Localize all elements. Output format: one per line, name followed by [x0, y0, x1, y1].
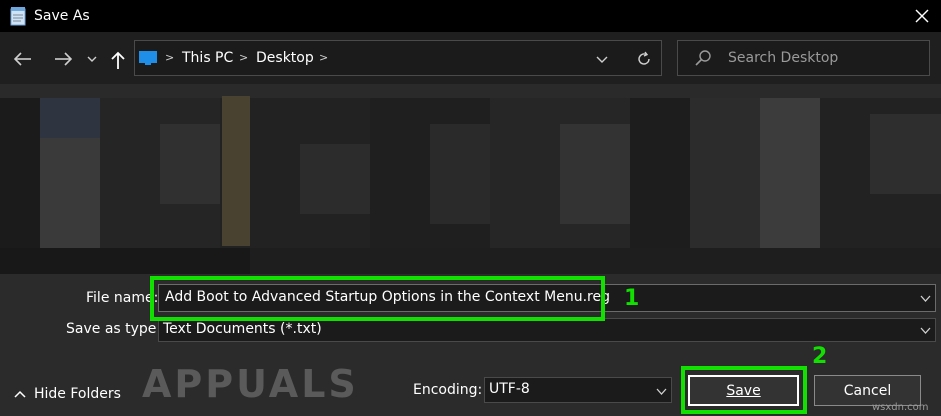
back-button[interactable] [10, 46, 36, 72]
step-number-2: 2 [812, 344, 828, 369]
close-icon [915, 9, 929, 23]
step-number-1: 1 [624, 286, 640, 311]
encoding-label: Encoding: [413, 382, 483, 398]
highlight-box-save [681, 366, 807, 414]
save-as-type-value: Text Documents (*.txt) [163, 321, 322, 337]
window-title: Save As [34, 8, 90, 24]
search-icon [695, 50, 711, 66]
hide-folders-button[interactable]: Hide Folders [14, 386, 121, 402]
type-dropdown-button[interactable] [918, 323, 932, 337]
refresh-icon [638, 51, 650, 65]
refresh-button[interactable] [632, 47, 656, 71]
breadcrumb-separator-icon: > [239, 51, 249, 64]
title-bar [0, 0, 941, 32]
address-dropdown-button[interactable] [592, 50, 612, 68]
arrow-up-icon [111, 51, 125, 69]
chevron-down-icon [920, 295, 930, 302]
notepad-icon [10, 6, 26, 26]
up-button[interactable] [106, 46, 130, 74]
filename-label: File name: [86, 290, 159, 306]
hide-folders-label: Hide Folders [34, 386, 121, 402]
save-as-type-label: Save as type: [66, 321, 162, 337]
chevron-up-icon [14, 390, 26, 398]
chevron-down-icon [87, 56, 97, 62]
chevron-down-icon [920, 327, 930, 334]
site-watermark: wsxdn.com [872, 402, 929, 413]
breadcrumb-separator-icon: > [319, 51, 329, 64]
breadcrumb-separator-icon: > [165, 51, 175, 64]
search-placeholder: Search Desktop [728, 50, 839, 66]
close-button[interactable] [905, 2, 939, 30]
chevron-down-icon [596, 56, 608, 63]
recent-locations-button[interactable] [84, 50, 100, 68]
filename-dropdown-button[interactable] [918, 291, 932, 305]
encoding-value: UTF-8 [489, 381, 530, 397]
file-list[interactable] [0, 84, 941, 274]
forward-button[interactable] [50, 46, 76, 72]
arrow-left-icon [14, 52, 31, 66]
encoding-dropdown-button[interactable] [654, 384, 668, 398]
cancel-button-label: Cancel [843, 382, 892, 399]
watermark-logo: APPUALS [142, 362, 359, 406]
breadcrumb-this-pc[interactable]: This PC [182, 50, 233, 66]
pc-icon [139, 51, 157, 65]
breadcrumb-desktop[interactable]: Desktop [256, 50, 314, 66]
chevron-down-icon [656, 388, 666, 395]
arrow-right-icon [55, 52, 72, 66]
highlight-box-filename [150, 276, 605, 321]
